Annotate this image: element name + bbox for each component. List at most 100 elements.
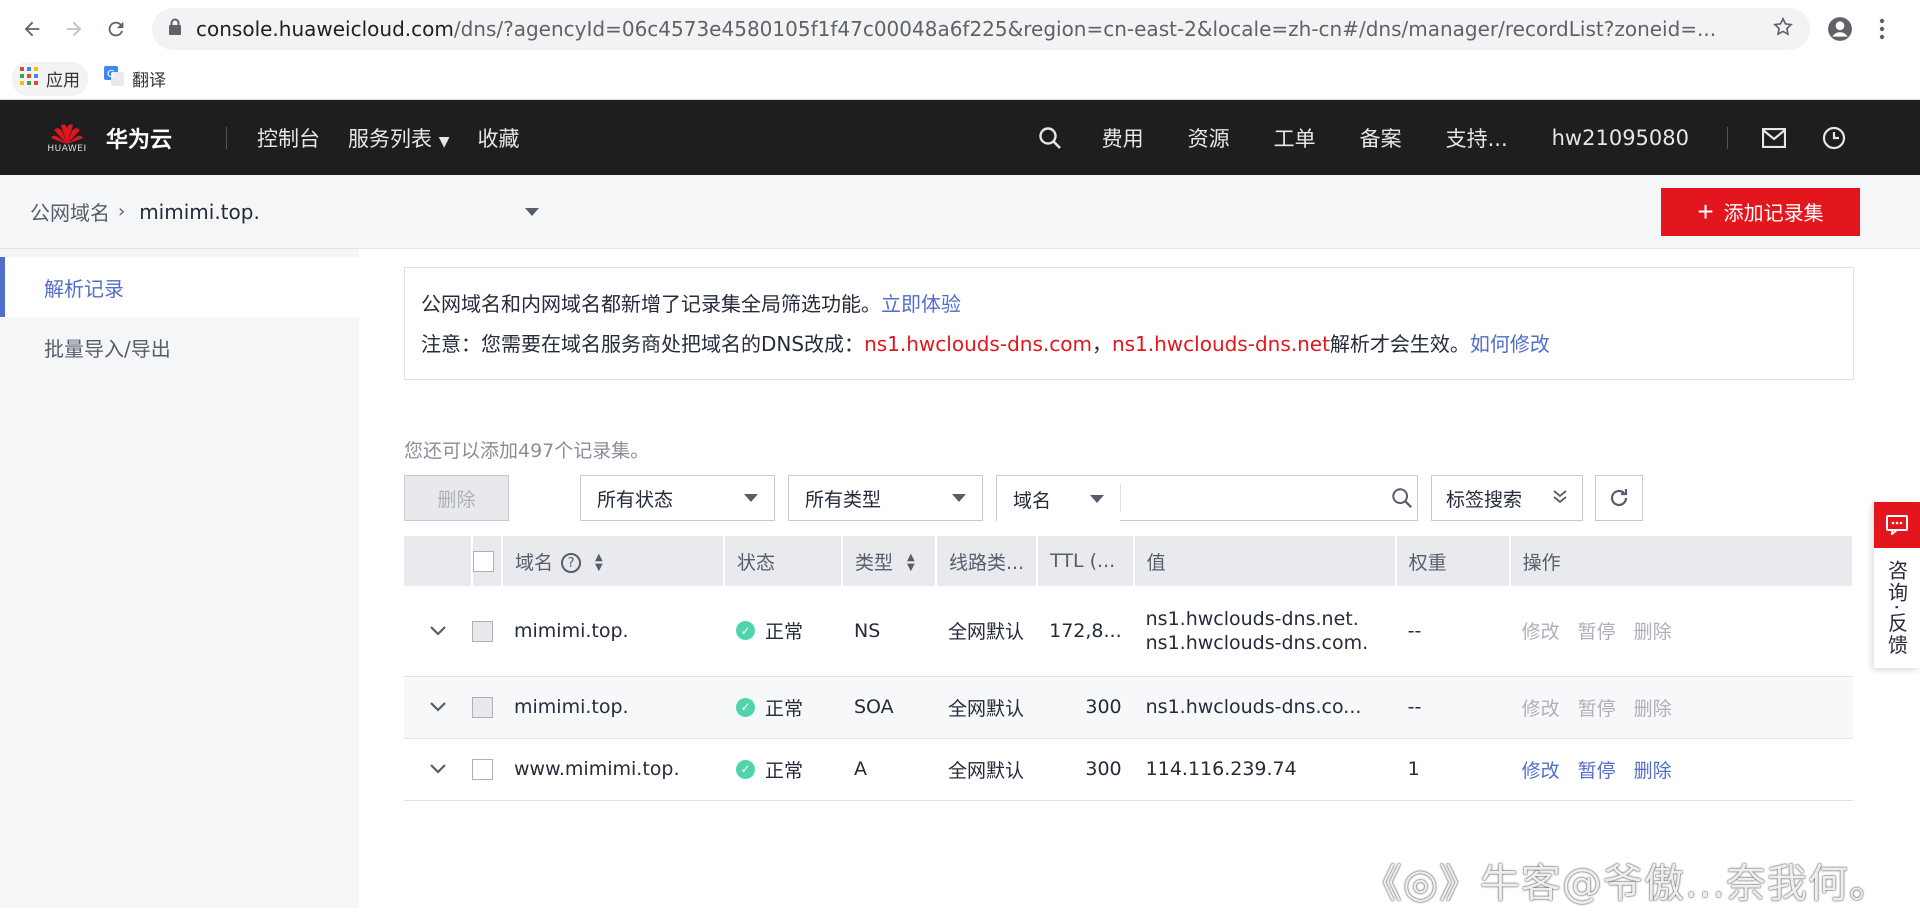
col-header-type-label: 类型 <box>855 551 894 574</box>
breadcrumb: 公网域名 › mimimi.top. + 添加记录集 <box>0 175 1920 249</box>
select-cell <box>472 586 502 677</box>
notice-suffix: 解析才会生效。 <box>1329 332 1470 356</box>
cell-line: 全网默认 <box>936 676 1038 739</box>
cell-weight: -- <box>1395 586 1510 677</box>
search-icon[interactable] <box>1388 476 1417 520</box>
refresh-icon[interactable] <box>1595 475 1643 521</box>
expand-col-header <box>404 536 473 586</box>
chevron-down-icon[interactable] <box>429 759 447 780</box>
row-checkbox <box>472 620 493 642</box>
sidebar-item-batch-import-export[interactable]: 批量导入/导出 <box>0 317 359 377</box>
search-group: 域名 <box>996 475 1418 522</box>
col-header-type[interactable]: 类型 ▲ ▼ <box>842 536 937 586</box>
nav-filing[interactable]: 备案 <box>1360 123 1402 153</box>
search-field-select[interactable]: 域名 <box>997 476 1121 522</box>
how-to-modify-link[interactable]: 如何修改 <box>1470 332 1550 356</box>
nav-fees[interactable]: 费用 <box>1102 123 1144 153</box>
table-row: www.mimimi.top. ✓ 正常 A 全网默认 300 114.116.2… <box>404 738 1853 801</box>
cell-type: SOA <box>842 676 936 739</box>
chat-icon <box>1874 502 1920 548</box>
ns-server-2: ns1.hwclouds-dns.net <box>1111 332 1330 356</box>
cell-weight: -- <box>1395 676 1510 739</box>
notice-text: 公网域名和内网域名都新增了记录集全局筛选功能。 <box>421 292 881 316</box>
sidebar-item-records[interactable]: 解析记录 <box>0 257 359 317</box>
table-row: mimimi.top. ✓ 正常 SOA 全网默认 300 ns1.hwcloud… <box>404 676 1853 739</box>
check-circle-icon: ✓ <box>736 759 755 779</box>
caret-down-icon <box>1090 495 1105 503</box>
status-text: 正常 <box>765 697 804 720</box>
expand-cell <box>404 738 472 801</box>
help-icon[interactable]: ? <box>561 553 582 573</box>
pause-link[interactable]: 暂停 <box>1578 760 1616 782</box>
nav-service-list[interactable]: 服务列表 ▼ <box>348 123 449 153</box>
delete-link: 删除 <box>1633 621 1672 644</box>
sort-icon[interactable]: ▲ ▼ <box>907 553 915 573</box>
cell-status: ✓ 正常 <box>724 676 842 739</box>
record-set-table: 域名? ▲ ▼ 状态 类型 ▲ ▼ 线路类... TTL (... 值 权重 操作 <box>404 536 1855 801</box>
type-filter-select[interactable]: 所有类型 <box>788 475 983 521</box>
row-checkbox[interactable] <box>472 759 493 780</box>
main-panel: 公网域名和内网域名都新增了记录集全局筛选功能。立即体验 注意：您需要在域名服务商… <box>359 249 1920 908</box>
bookmark-apps[interactable]: 应用 <box>12 61 88 96</box>
nav-resources[interactable]: 资源 <box>1188 123 1230 153</box>
back-icon[interactable] <box>14 11 50 47</box>
table-toolbar: 删除 所有状态 所有类型 域名 标签搜索 <box>404 474 1854 522</box>
col-header-weight: 权重 <box>1395 536 1511 586</box>
cell-type: NS <box>842 586 936 677</box>
mail-icon[interactable] <box>1762 127 1786 148</box>
caret-down-icon <box>952 494 966 502</box>
pause-link: 暂停 <box>1577 697 1616 720</box>
search-field-value: 域名 <box>1013 489 1052 512</box>
search-icon[interactable] <box>1038 126 1062 150</box>
forward-icon[interactable] <box>56 11 92 47</box>
nav-console[interactable]: 控制台 <box>257 123 320 153</box>
cell-ttl: 300 <box>1037 676 1134 739</box>
delete-button[interactable]: 删除 <box>404 475 509 521</box>
sidebar-item-label: 解析记录 <box>44 276 124 301</box>
huawei-logo[interactable]: HUAWEI 华为云 <box>0 122 210 154</box>
search-input[interactable] <box>1120 476 1388 520</box>
cell-ops: 修改 暂停 删除 <box>1509 586 1853 677</box>
add-record-set-button[interactable]: + 添加记录集 <box>1661 187 1860 236</box>
nav-favorites[interactable]: 收藏 <box>477 123 519 153</box>
nav-tickets[interactable]: 工单 <box>1274 123 1316 153</box>
cell-status: ✓ 正常 <box>724 586 842 677</box>
clock-icon[interactable] <box>1822 126 1846 150</box>
reload-icon[interactable] <box>98 11 134 47</box>
select-all-checkbox[interactable] <box>473 551 494 572</box>
tag-search-button[interactable]: 标签搜索 <box>1431 475 1583 521</box>
chevron-down-icon[interactable] <box>429 621 447 642</box>
select-all-cell <box>472 536 503 586</box>
check-circle-icon: ✓ <box>736 621 755 641</box>
caret-down-icon <box>525 207 540 216</box>
try-now-link[interactable]: 立即体验 <box>881 292 961 316</box>
bookmark-star-icon[interactable] <box>1772 16 1794 42</box>
col-header-domain[interactable]: 域名? ▲ ▼ <box>502 536 725 586</box>
edit-link[interactable]: 修改 <box>1522 760 1560 782</box>
nav-support[interactable]: 支持... <box>1446 123 1508 153</box>
cell-value: 114.116.239.74 <box>1133 738 1396 801</box>
cell-value: ns1.hwclouds-dns.co... <box>1133 676 1396 739</box>
status-filter-select[interactable]: 所有状态 <box>580 475 775 521</box>
type-filter-value: 所有类型 <box>805 488 882 511</box>
svg-text:G: G <box>107 69 115 80</box>
address-bar[interactable]: console.huaweicloud.com/dns/?agencyId=06… <box>152 8 1810 50</box>
breadcrumb-separator: › <box>118 201 126 222</box>
sort-icon[interactable]: ▲ ▼ <box>595 553 603 573</box>
cell-value: ns1.hwclouds-dns.net. ns1.hwclouds-dns.c… <box>1133 586 1396 677</box>
remaining-quota-text: 您还可以添加497个记录集。 <box>404 440 650 462</box>
delete-link[interactable]: 删除 <box>1634 760 1672 782</box>
select-cell <box>472 676 502 739</box>
col-header-value: 值 <box>1133 536 1397 586</box>
bookmark-translate[interactable]: G 翻译 <box>96 62 174 96</box>
breadcrumb-root[interactable]: 公网域名 <box>30 197 110 226</box>
col-header-line: 线路类... <box>936 536 1039 586</box>
row-checkbox <box>472 697 493 718</box>
nav-username[interactable]: hw21095080 <box>1552 126 1689 150</box>
browser-menu-icon[interactable] <box>1864 11 1900 47</box>
profile-icon[interactable] <box>1822 11 1858 47</box>
feedback-widget[interactable]: 咨询·反馈 <box>1874 502 1920 669</box>
domain-select[interactable]: mimimi.top. <box>139 200 540 224</box>
chevron-down-icon[interactable] <box>429 697 447 718</box>
cell-status: ✓ 正常 <box>724 738 842 801</box>
